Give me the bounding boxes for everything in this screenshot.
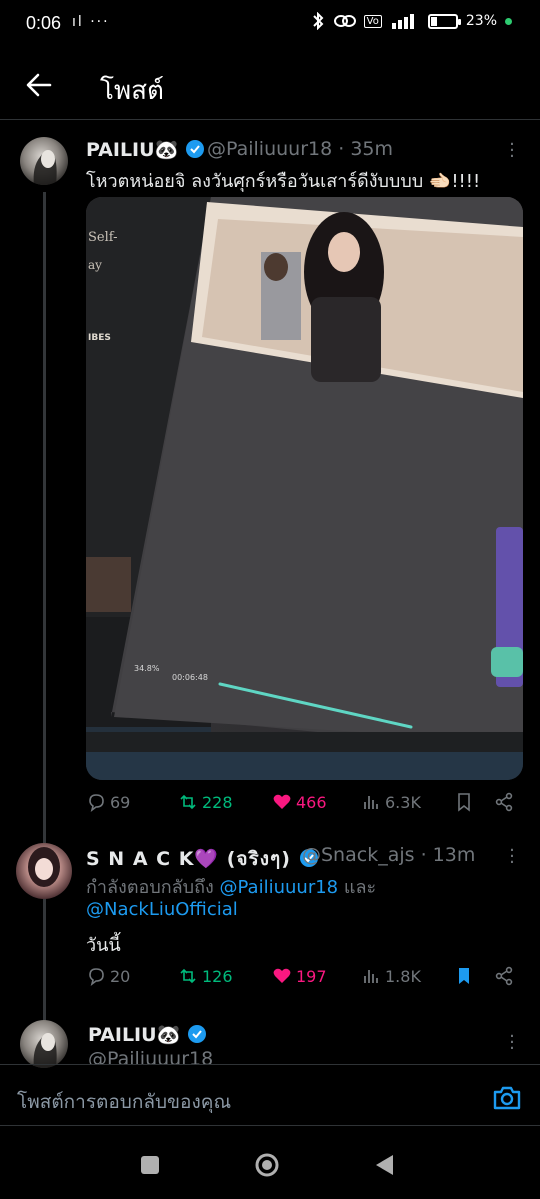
author-name[interactable]: PAILIU🐼 bbox=[86, 138, 205, 161]
bookmark-filled-icon bbox=[459, 968, 469, 984]
share-button[interactable] bbox=[494, 966, 514, 986]
repost-button[interactable]: 228 bbox=[178, 792, 233, 812]
mention-link[interactable]: @Pailiuuur18 bbox=[220, 877, 339, 898]
author-handle: @Snack_ajs bbox=[302, 844, 415, 866]
reply-composer[interactable]: โพสต์การตอบกลับของคุณ bbox=[0, 1064, 540, 1126]
author-name-text: PAILIU🐼 bbox=[86, 139, 179, 161]
reply-icon bbox=[89, 794, 104, 812]
link-icon bbox=[333, 15, 356, 27]
camera-icon[interactable] bbox=[492, 1085, 522, 1111]
media-time-label: 00:06:48 bbox=[172, 673, 208, 682]
tweet-time: · 13m bbox=[420, 844, 476, 866]
like-button[interactable]: 197 bbox=[272, 966, 327, 986]
page-title: โพสต์ bbox=[100, 76, 164, 106]
bookmark-icon bbox=[458, 793, 470, 812]
media-progress-percent: 34.8% bbox=[134, 664, 160, 673]
author-handle[interactable]: @Pailiuuur18 bbox=[88, 1048, 213, 1064]
reply-input[interactable]: โพสต์การตอบกลับของคุณ bbox=[17, 1087, 231, 1117]
battery-percent: 23% bbox=[465, 13, 497, 29]
reply-count: 69 bbox=[110, 792, 131, 812]
repost-count: 228 bbox=[202, 792, 233, 812]
tweet-text: วันนี้ bbox=[86, 935, 121, 956]
page-header: โพสต์ bbox=[0, 50, 540, 120]
more-options-icon[interactable]: · · · bbox=[502, 842, 522, 872]
share-icon bbox=[495, 792, 513, 812]
repost-icon bbox=[180, 968, 196, 984]
view-count: 1.8K bbox=[385, 966, 421, 986]
author-name-text: S N A C K💜 (จริงๆ) bbox=[86, 848, 291, 870]
author-name[interactable]: S N A C K💜 (จริงๆ) bbox=[86, 844, 319, 874]
home-icon[interactable] bbox=[254, 1152, 280, 1178]
more-options-icon[interactable]: · · · bbox=[502, 1028, 522, 1058]
back-triangle-icon[interactable] bbox=[372, 1152, 398, 1178]
author-name-text: PAILIU🐼 bbox=[88, 1024, 181, 1046]
repost-button[interactable]: 126 bbox=[178, 966, 233, 986]
notification-icons: ıl ··· bbox=[72, 14, 110, 30]
reply-icon bbox=[89, 968, 104, 986]
avatar[interactable] bbox=[20, 1020, 68, 1068]
volte-icon: Vo bbox=[363, 14, 382, 28]
tweet-media[interactable]: Self- ay IBES 34.8% 00:06:48 bbox=[86, 197, 523, 780]
bookmark-button[interactable] bbox=[454, 792, 474, 812]
status-bar: 0:06 ıl ··· Vo 23% bbox=[0, 0, 540, 50]
author-name[interactable]: PAILIU🐼 bbox=[88, 1023, 207, 1046]
view-count: 6.3K bbox=[385, 792, 421, 812]
author-handle-group[interactable]: @Pailiuuur18 · 35m bbox=[207, 138, 393, 160]
tweet-time: · 35m bbox=[338, 138, 394, 160]
author-handle: @Pailiuuur18 bbox=[207, 138, 333, 160]
battery-icon bbox=[427, 13, 461, 29]
signal-icon bbox=[391, 14, 414, 29]
reply-context-2: @NackLiuOfficial bbox=[86, 899, 238, 920]
avatar[interactable] bbox=[16, 843, 72, 899]
repost-count: 126 bbox=[202, 966, 233, 986]
author-handle-group[interactable]: @Snack_ajs · 13m bbox=[302, 844, 475, 866]
reply-button[interactable]: 20 bbox=[86, 966, 130, 986]
views-button[interactable]: 1.8K bbox=[361, 966, 421, 986]
recent-apps-icon[interactable] bbox=[137, 1152, 163, 1178]
share-icon bbox=[495, 966, 513, 986]
like-count: 466 bbox=[296, 792, 327, 812]
tweet-text: โหวตหน่อยจิ ลงวันศุกร์หรือวันเสาร์ดีงับบ… bbox=[86, 171, 481, 192]
tweet2-actions: 20 126 197 1.8K bbox=[86, 966, 526, 996]
views-icon bbox=[364, 970, 378, 983]
system-nav-bar bbox=[0, 1130, 540, 1199]
heart-icon bbox=[273, 968, 291, 983]
heart-icon bbox=[273, 794, 291, 809]
reply-prefix: กำลังตอบกลับถึง bbox=[86, 877, 220, 898]
share-button[interactable] bbox=[494, 792, 514, 812]
status-right: Vo 23% bbox=[310, 12, 512, 30]
back-arrow-icon[interactable] bbox=[24, 70, 54, 100]
avatar[interactable] bbox=[20, 137, 68, 185]
svg-text:IBES: IBES bbox=[88, 333, 111, 343]
tweet1-actions: 69 228 466 6.3K bbox=[86, 792, 526, 822]
views-button[interactable]: 6.3K bbox=[361, 792, 421, 812]
svg-text:Self-: Self- bbox=[88, 230, 118, 245]
bookmark-button[interactable] bbox=[454, 966, 474, 986]
views-icon bbox=[364, 796, 378, 809]
verified-badge-icon bbox=[185, 140, 204, 158]
reply-and: และ bbox=[338, 877, 377, 898]
more-options-icon[interactable]: · · · bbox=[502, 136, 522, 166]
like-count: 197 bbox=[296, 966, 327, 986]
reply-button[interactable]: 69 bbox=[86, 792, 130, 812]
bluetooth-icon bbox=[312, 12, 324, 30]
reply-count: 20 bbox=[110, 966, 131, 986]
like-button[interactable]: 466 bbox=[272, 792, 327, 812]
mention-link[interactable]: @NackLiuOfficial bbox=[86, 899, 238, 920]
repost-icon bbox=[180, 794, 196, 810]
privacy-dot bbox=[505, 17, 512, 25]
reply-context: กำลังตอบกลับถึง @Pailiuuur18 และ bbox=[86, 872, 376, 901]
verified-badge-icon bbox=[187, 1025, 206, 1043]
status-time: 0:06 bbox=[26, 13, 62, 33]
svg-text:ay: ay bbox=[88, 258, 102, 272]
